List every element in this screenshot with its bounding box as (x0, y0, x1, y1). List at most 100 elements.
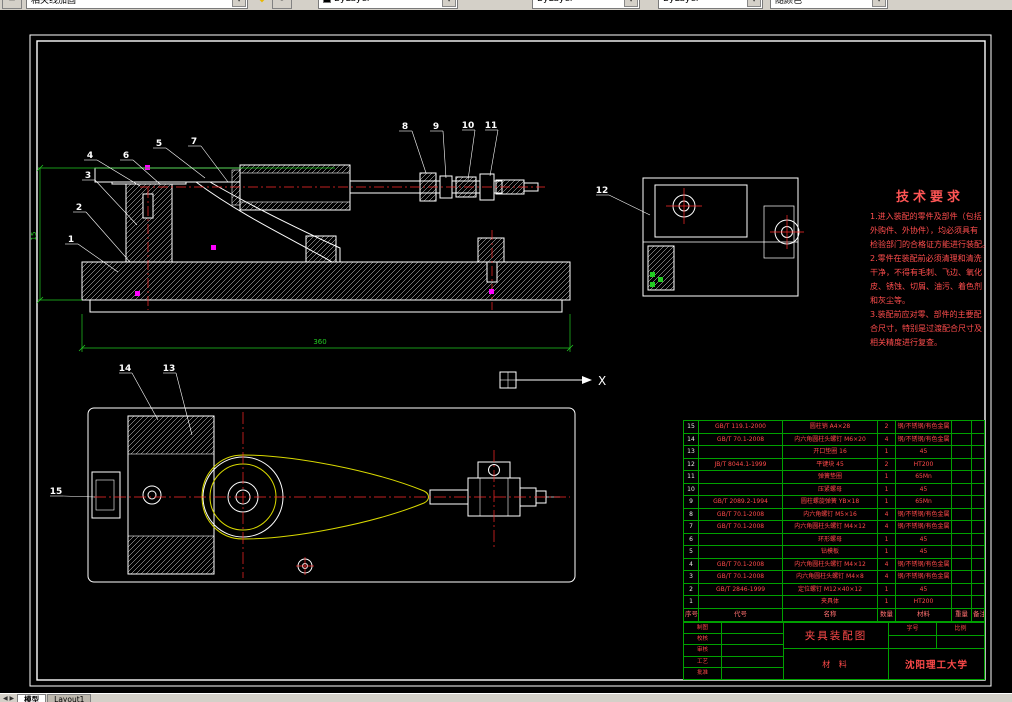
bom-cell: 圆柱螺旋弹簧 YB×18 (783, 496, 878, 509)
bom-item-row: 4 GB/T 70.1-2008 内六角圆柱头螺钉 M4×12 4 钢/不锈钢/有色金属 (684, 558, 984, 571)
bom-cell: 5 (684, 546, 699, 559)
layers-icon[interactable]: ≡ (2, 0, 22, 9)
bom-cell: 4 (878, 433, 896, 446)
bom-cell (699, 546, 783, 559)
bom-cell: 6 (684, 533, 699, 546)
bom-cell (952, 546, 972, 559)
layer-name: 相关线加固 (31, 0, 77, 6)
layer-previous-icon[interactable]: ↺ (272, 0, 292, 9)
make-current-icon[interactable]: ◆ (252, 0, 272, 9)
color-dropdown[interactable]: ByLayer ▼ (318, 0, 458, 9)
bom-cell: GB/T 2089.2-1994 (699, 496, 783, 509)
bom-cell: 1 (878, 533, 896, 546)
bom-cell: 8 (684, 508, 699, 521)
bom-cell: 15 (684, 421, 699, 434)
bom-cell (699, 533, 783, 546)
linetype-dropdown[interactable]: ByLayer ▼ (532, 0, 640, 9)
color-swatch-icon (323, 0, 331, 3)
chevron-down-icon[interactable]: ▼ (442, 0, 456, 7)
callout-number: 10 (462, 121, 475, 131)
bom-cell (972, 421, 984, 434)
bom-cell (972, 459, 984, 471)
bom-cell: 开口垫圈 16 (783, 446, 878, 459)
drawing-title: 夹具装配图 (784, 623, 888, 649)
bom-cell: JB/T 8044.1-1999 (699, 458, 783, 471)
bom-cell (952, 421, 972, 434)
bom-item-row: 12 JB/T 8044.1-1999 平键块 45 2 HT200 (684, 458, 984, 471)
callout-leader-line (467, 129, 476, 181)
axis-indicator (499, 371, 592, 389)
plan-view (87, 407, 576, 583)
side-view (642, 177, 800, 297)
bom-cell: 钢/不锈钢/有色金属 (896, 571, 952, 584)
drawing-canvas[interactable]: 360 15 X 1 2 3 4 6 5 7 8 9 10 11 12 14 1… (0, 10, 1012, 693)
bom-item-row: 1 夹具体 1 HT200 (684, 596, 984, 609)
bom-cell: 圆柱销 A4×28 (783, 421, 878, 434)
tech-requirement-line: 外购件、外协件），均必须具有 (870, 226, 978, 235)
bom-item-row: 14 GB/T 70.1-2008 内六角圆柱头螺钉 M6×20 4 钢/不锈钢/有色金… (684, 433, 984, 446)
title-block-signature-row: 校核 (684, 634, 783, 646)
chevron-down-icon[interactable]: ▼ (747, 0, 761, 7)
bom-cell (952, 433, 972, 446)
technical-requirements: 技术要求 1.进入装配的零件及部件（包括 外购件、外协件），均必须具有检验部门的合… (870, 186, 990, 350)
bom-cell: 4 (878, 558, 896, 571)
tech-requirements-title: 技术要求 (895, 190, 964, 205)
tech-requirements-body: 1.进入装配的零件及部件（包括 外购件、外协件），均必须具有检验部门的合格证方能进… (870, 210, 990, 350)
chevron-down-icon[interactable]: ▼ (624, 0, 638, 7)
bom-cell: 2 (878, 421, 896, 434)
scale-label: 比例 (954, 625, 967, 632)
signature-label: 制图 (684, 623, 722, 635)
bom-item-row: 5 钻模板 1 45 (684, 546, 984, 559)
font-label: 字号 (889, 623, 937, 635)
bom-cell (972, 559, 984, 571)
dimension-left: 15 (30, 232, 38, 241)
bom-cell (972, 446, 984, 459)
bom-cell (952, 471, 972, 484)
bom-cell: 4 (684, 558, 699, 571)
bom-cell (972, 484, 984, 496)
bom-cell: 12 (684, 458, 699, 471)
signature-blank-cell (722, 668, 783, 679)
bom-cell: 钢/不锈钢/有色金属 (896, 421, 952, 434)
bom-cell: 钢/不锈钢/有色金属 (896, 558, 952, 571)
callout-number: 13 (163, 364, 176, 374)
bom-cell (952, 496, 972, 509)
plotstyle-dropdown[interactable]: 随颜色 ▼ (770, 0, 888, 9)
bom-cell: 代号 (699, 608, 783, 621)
callout-leader-line (411, 130, 427, 174)
bom-cell: GB/T 2846-1999 (699, 583, 783, 596)
bom-cell (952, 483, 972, 496)
bom-cell: 1 (878, 496, 896, 509)
title-block-center: 夹具装配图 材 料 (784, 623, 889, 679)
tab-model[interactable]: 模型 (17, 694, 47, 702)
bom-cell: 2 (684, 583, 699, 596)
bom-cell: 压紧螺母 (783, 483, 878, 496)
callout-number: 7 (191, 137, 197, 147)
bom-item-row: 8 GB/T 70.1-2008 内六角螺钉 M5×16 4 钢/不锈钢/有色金属 (684, 508, 984, 521)
bom-cell: 45 (896, 483, 952, 496)
tech-requirement-line: 1.进入装配的零件及部件（包括 (870, 212, 982, 221)
bom-cell: 内六角圆柱头螺钉 M6×20 (783, 433, 878, 446)
bom-cell: 钢/不锈钢/有色金属 (896, 433, 952, 446)
bom-cell (952, 596, 972, 609)
bom-cell (699, 483, 783, 496)
callout-number: 2 (76, 203, 82, 213)
chevron-down-icon[interactable]: ▼ (872, 0, 886, 7)
title-block-signature-row: 工艺 (684, 656, 783, 668)
bom-cell: 1 (878, 546, 896, 559)
lineweight-dropdown[interactable]: ByLayer ▼ (658, 0, 763, 9)
tab-nav-arrows-icon[interactable]: ◀ ▶ (0, 694, 17, 702)
sheet-cell (937, 636, 984, 648)
title-block: 制图 校核 审核 工艺 批准 夹具装配图 材 料 字号 比例 沈阳理工大学 (683, 622, 985, 680)
bom-cell: 重量 (952, 608, 972, 621)
callout-number: 11 (485, 121, 498, 131)
bom-item-row: 13 开口垫圈 16 1 45 (684, 446, 984, 459)
layer-dropdown[interactable]: 相关线加固 ▼ (26, 0, 248, 9)
tech-requirement-line: 检验部门的合格证方能进行装配。 (870, 240, 990, 249)
bom-cell: 4 (878, 508, 896, 521)
chevron-down-icon[interactable]: ▼ (232, 0, 246, 7)
signature-blank-cell (722, 645, 783, 657)
callout-number: 15 (50, 487, 63, 497)
tab-layout1[interactable]: Layout1 (47, 694, 92, 702)
bom-header-row: 序号 代号 名称 数量 材料 重量 备注 (684, 608, 984, 621)
